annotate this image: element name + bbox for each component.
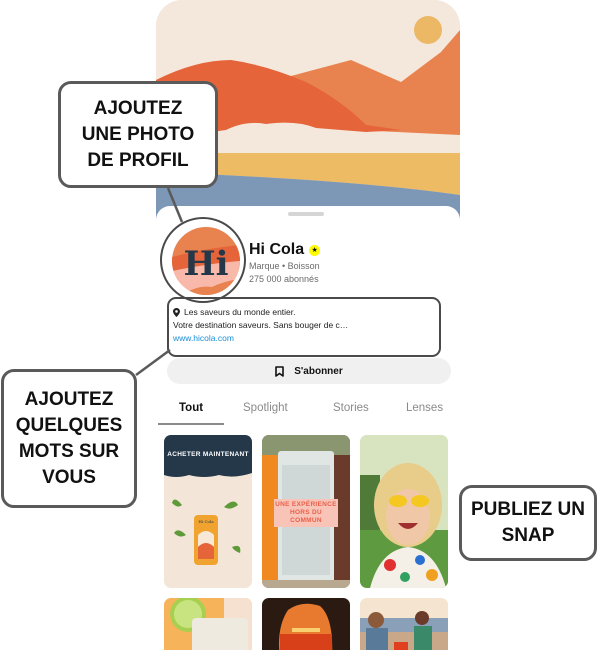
svg-text:Hi Cola: Hi Cola	[198, 519, 214, 524]
callout-bio: AJOUTEZ QUELQUES MOTS SUR VOUS	[1, 369, 137, 508]
profile-name-row: Hi Cola ★	[249, 241, 321, 259]
follower-count: 275 000 abonnés	[249, 274, 319, 284]
banner-sun	[414, 16, 442, 44]
annotated-profile-screenshot: Hi Hi Cola ★ Marque • Boisson 275 000 ab…	[0, 0, 599, 650]
bio-tagline: Les saveurs du monde entier.	[184, 307, 296, 317]
tab-spotlight[interactable]: Spotlight	[243, 402, 288, 414]
content-tile[interactable]	[164, 598, 252, 650]
bookmark-icon	[275, 365, 285, 377]
profile-bio[interactable]: Les saveurs du monde entier. Votre desti…	[167, 297, 441, 357]
content-tile[interactable]: Hi Cola ACHETER MAINTENANT	[164, 435, 252, 588]
bio-description: Votre destination saveurs. Sans bouger d…	[173, 320, 349, 330]
star-badge-icon: ★	[309, 244, 321, 256]
website-link[interactable]: www.hicola.com	[173, 332, 439, 345]
tile-label: ACHETER MAINTENANT	[167, 451, 249, 458]
tab-lenses[interactable]: Lenses	[406, 402, 443, 414]
pin-icon	[173, 308, 180, 317]
tile-label: UNE EXPÉRIENCE HORS DU COMMUN	[274, 499, 338, 527]
callout-snap: PUBLIEZ UN SNAP	[459, 485, 597, 561]
subscribe-button[interactable]: S'abonner	[167, 358, 451, 384]
content-tile[interactable]: UNE EXPÉRIENCE HORS DU COMMUN	[262, 435, 350, 588]
content-tile[interactable]	[262, 598, 350, 650]
tab-tout[interactable]: Tout	[179, 402, 203, 414]
avatar-highlight-ring	[160, 217, 246, 303]
content-tile[interactable]	[360, 598, 448, 650]
subscribe-label: S'abonner	[294, 365, 343, 377]
profile-sheet: Hi Hi Cola ★ Marque • Boisson 275 000 ab…	[156, 206, 460, 650]
content-tile[interactable]	[360, 435, 448, 588]
active-tab-indicator	[158, 423, 224, 425]
sheet-grabber[interactable]	[288, 212, 324, 216]
callout-profile-photo: AJOUTEZ UNE PHOTO DE PROFIL	[58, 81, 218, 188]
bio-tagline-row: Les saveurs du monde entier.	[173, 306, 439, 319]
profile-category: Marque • Boisson	[249, 261, 320, 271]
profile-name: Hi Cola	[249, 241, 305, 258]
content-tabs: Tout Spotlight Stories Lenses	[156, 402, 460, 426]
tab-stories[interactable]: Stories	[333, 402, 369, 414]
